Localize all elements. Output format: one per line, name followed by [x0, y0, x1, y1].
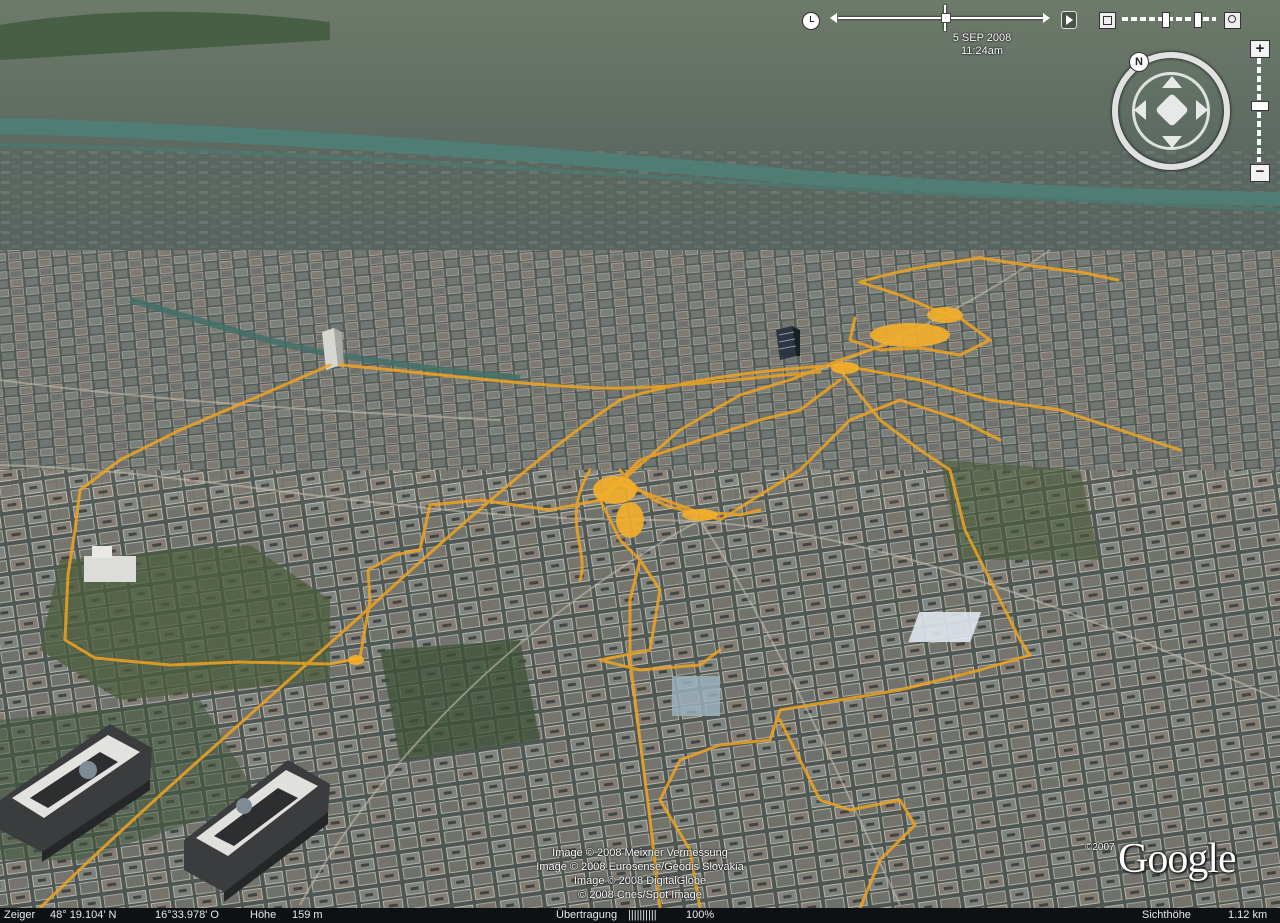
eye-altitude-label: Sichthöhe — [1142, 909, 1191, 921]
credit-line: Image © 2008 Eurosense/Geodis Slovakia — [536, 861, 744, 873]
streaming-value: 100% — [686, 909, 715, 921]
timeline-slider-thumb[interactable] — [941, 5, 952, 31]
pointer-longitude: 16°33.978' O — [155, 909, 219, 921]
elevation-label: Höhe — [250, 909, 277, 921]
timeline-zoom-icon[interactable] — [1224, 12, 1241, 29]
move-left-arrow-icon[interactable] — [1134, 100, 1146, 120]
clock-icon[interactable] — [802, 12, 820, 30]
zoom-in-label: + — [1255, 40, 1265, 57]
timeline-time: 11:24am — [961, 45, 1003, 57]
credit-line: Image © 2008 DigitalGlobe — [573, 875, 707, 887]
copyright-year: ©2007 — [1085, 842, 1115, 853]
timeline-date-label: 5 SEP 2008 11:24am — [930, 32, 1034, 58]
pointer-label: Zeiger — [4, 909, 36, 921]
aerial-imagery — [0, 0, 1280, 908]
streaming-label: Übertragung — [556, 909, 618, 921]
imagery-credits: Image © 2008 Meixner Vermessung Image © … — [480, 846, 800, 902]
timeline-range-handle[interactable] — [1194, 12, 1202, 28]
streaming-bar: |||||||||| — [628, 909, 657, 921]
move-down-arrow-icon[interactable] — [1162, 136, 1182, 148]
timeline-date: 5 SEP 2008 — [952, 32, 1012, 44]
play-button[interactable] — [1061, 11, 1077, 29]
compass-north-icon[interactable]: N — [1129, 52, 1149, 72]
move-right-arrow-icon[interactable] — [1196, 100, 1208, 120]
zoom-in-button[interactable]: + — [1250, 40, 1270, 58]
timeline-right-arrow-icon[interactable] — [1043, 13, 1050, 23]
pointer-latitude: 48° 19.104' N — [50, 909, 117, 921]
earth-3d-view[interactable]: 5 SEP 2008 11:24am N + − Image © 2008 Me… — [0, 0, 1280, 908]
credit-line: Image © 2008 Meixner Vermessung — [552, 847, 728, 859]
eye-altitude-value: 1.12 km — [1228, 909, 1268, 921]
zoom-out-button[interactable]: − — [1250, 164, 1270, 182]
google-logo: Google — [1118, 836, 1237, 882]
3d-building-tower-center — [776, 326, 800, 360]
status-bar: Zeiger 48° 19.104' N 16°33.978' O Höhe 1… — [0, 908, 1280, 923]
timeline-left-arrow-icon[interactable] — [830, 13, 837, 23]
dome — [79, 761, 97, 779]
timeline-settings-icon[interactable] — [1099, 12, 1116, 29]
move-up-arrow-icon[interactable] — [1162, 76, 1182, 88]
timeline-range-handle[interactable] — [1162, 12, 1170, 28]
compass-label: N — [1135, 56, 1143, 68]
elevation-value: 159 m — [292, 909, 323, 921]
zoom-out-label: − — [1255, 163, 1265, 180]
credit-line: © 2008 Cnes/Spot Image — [578, 889, 702, 901]
zoom-slider-thumb[interactable] — [1251, 100, 1269, 111]
